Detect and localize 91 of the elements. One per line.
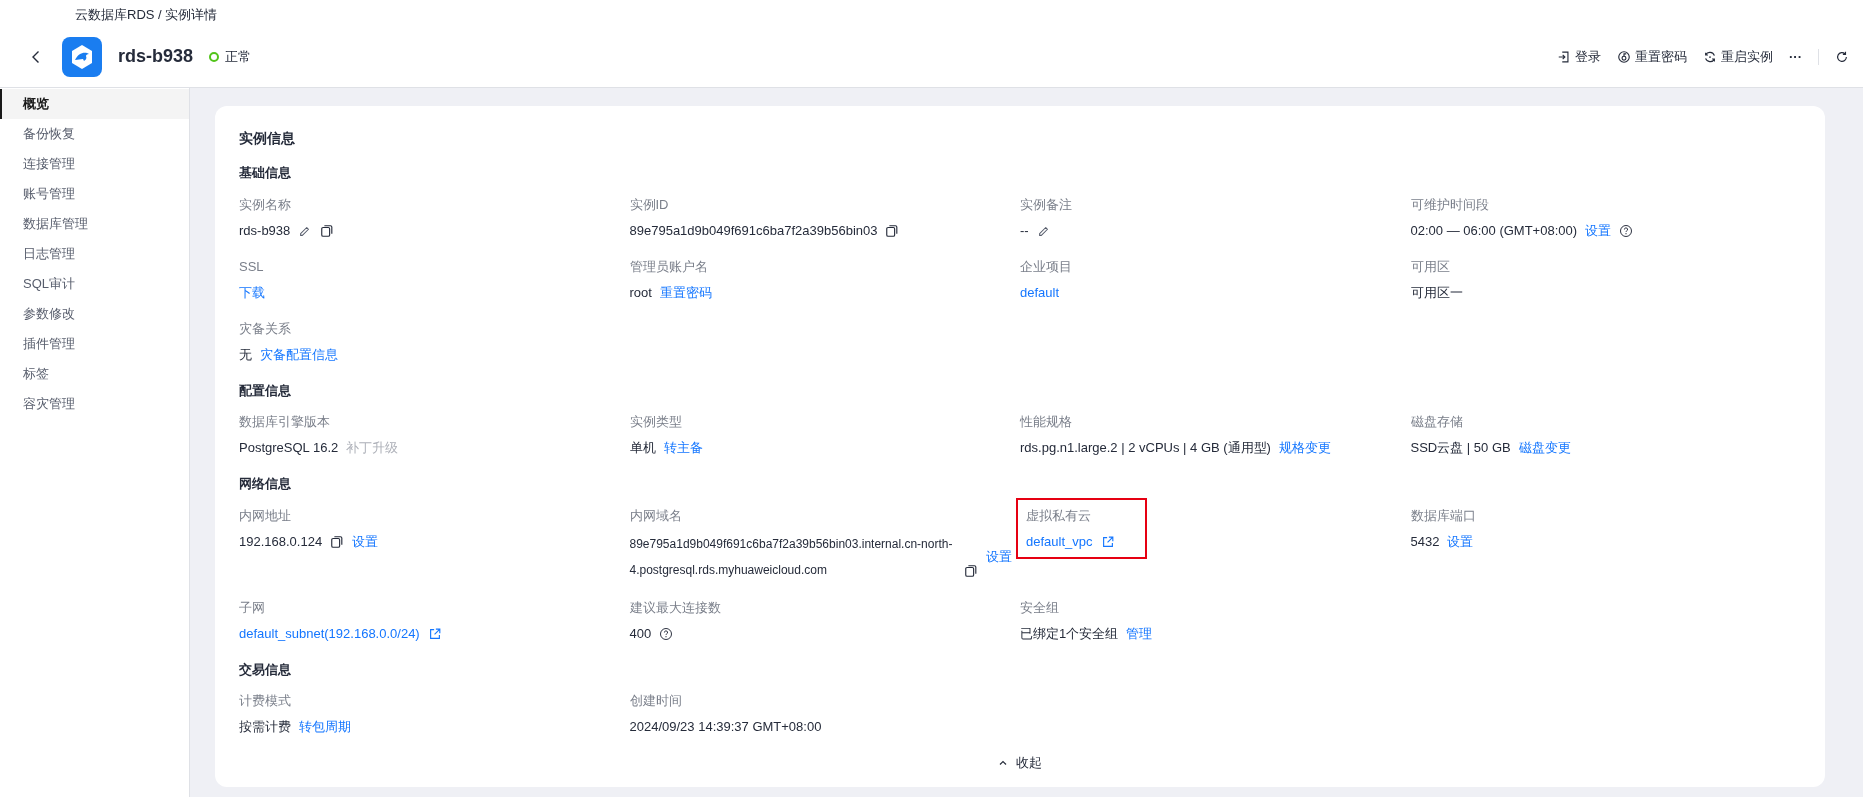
section-title: 网络信息 [239,475,292,493]
field-value: 按需计费 [239,718,291,736]
section-title: 交易信息 [239,660,292,679]
field-value: 89e795a1d9b049f691c6ba7f2a39b56bin03 [629,221,878,240]
field-value: SSD云盘 | 50 GB [1410,439,1511,457]
field-label: 创建时间 [629,692,683,710]
sidebar-item[interactable]: 备份恢复 [0,119,189,149]
refresh-button[interactable] [1835,49,1849,64]
sidebar-item[interactable]: 参数修改 [0,299,189,329]
link[interactable]: 设置 [352,530,379,553]
section-title: 配置信息 [239,381,292,400]
field-value: 192.168.0.124 [239,532,323,551]
link[interactable]: 下载 [239,281,265,304]
field-value: -- [1020,221,1029,240]
copy-icon[interactable] [963,563,978,578]
sidebar-item[interactable]: 概览 [0,89,189,119]
field-label: 虚拟私有云 [1026,506,1092,525]
field-value: 无 [239,345,252,364]
field-label: 实例ID [629,195,670,214]
field-value: 已绑定1个安全组 [1020,624,1119,643]
link[interactable]: 重置密码 [659,281,712,304]
sidebar-item[interactable]: SQL审计 [0,269,189,299]
field-value: 400 [629,624,652,643]
instance-title: rds-b938 [118,45,194,68]
field-label: 性能规格 [1020,413,1073,431]
field-label: 内网地址 [239,506,292,525]
field-label: 可维护时间段 [1410,195,1490,214]
link[interactable]: 转主备 [663,437,703,459]
field-label: 实例名称 [239,195,292,214]
external-link-icon[interactable] [427,626,442,641]
field-value: 2024/09/23 14:39:37 GMT+08:00 [629,718,822,736]
link[interactable]: default_vpc [1026,530,1093,553]
login-button[interactable]: 登录 [1557,46,1601,67]
field-label: 子网 [239,598,266,617]
sidebar-item[interactable]: 标签 [0,359,189,389]
field-label: 磁盘存储 [1410,413,1464,431]
link[interactable]: 灾备配置信息 [260,343,338,366]
field-label: 计费模式 [239,692,292,710]
reset-password-button[interactable]: 重置密码 [1617,46,1687,67]
field-label: 实例类型 [629,413,683,431]
status-text: 正常 [225,47,252,66]
login-icon [1557,49,1571,64]
field-value: PostgreSQL 16.2 [239,439,339,457]
collapse-button[interactable]: 收起 [998,753,1042,773]
link[interactable]: 管理 [1126,622,1153,645]
field-value: 89e795a1d9b049f691c6ba7f2a39b56bin03.internal.cn-north-4.postgresql.rds.myhuaweicloud.com [629,536,953,577]
breadcrumb: 云数据库RDS / 实例详情 [75,7,218,22]
sidebar-item[interactable]: 插件管理 [0,329,189,359]
link[interactable]: 规格变更 [1278,437,1331,459]
help-icon [1619,223,1634,238]
field-label: 实例备注 [1020,195,1072,214]
restart-icon [1703,49,1717,64]
card-title: 实例信息 [239,129,296,148]
help-icon [659,626,674,641]
field-value: root [629,283,652,302]
link[interactable]: default_subnet(192.168.0.0/24) [239,622,420,645]
copy-icon[interactable] [330,534,345,549]
field-label: 安全组 [1020,598,1060,617]
field-value: 可用区一 [1410,283,1463,302]
field-label: 灾备关系 [239,319,292,338]
link[interactable]: 设置 [1585,219,1612,242]
sidebar-item[interactable]: 账号管理 [0,179,189,209]
field-label: SSL [239,257,265,276]
link[interactable]: 转包周期 [299,716,351,738]
restart-button[interactable]: 重启实例 [1703,46,1773,67]
copy-icon[interactable] [885,223,900,238]
sidebar-item[interactable]: 日志管理 [0,239,189,269]
field-label: 企业项目 [1020,257,1072,276]
field-value: 单机 [629,439,656,457]
link[interactable]: 磁盘变更 [1518,437,1571,459]
field-label: 数据库端口 [1410,506,1476,525]
link[interactable]: default [1020,281,1060,304]
field-value: 5432 [1410,532,1440,551]
refresh-icon [1835,49,1849,64]
section-title: 基础信息 [239,164,292,182]
field-value: rds.pg.n1.large.2 | 2 vCPUs | 4 GB (通用型) [1020,439,1271,457]
field-value: rds-b938 [239,221,291,240]
sidebar-item[interactable]: 数据库管理 [0,209,189,239]
more-button[interactable]: ··· [1789,46,1802,67]
field-label: 管理员账户名 [629,257,709,276]
field-label: 建议最大连接数 [629,598,721,617]
field-label: 内网域名 [629,506,683,525]
link[interactable]: 设置 [985,545,1012,568]
sidebar-item[interactable]: 连接管理 [0,149,189,179]
field-value: 02:00 — 06:00 (GMT+08:00) [1410,221,1578,240]
copy-icon[interactable] [320,223,335,238]
external-link-icon[interactable] [1100,534,1115,549]
link[interactable]: 设置 [1447,530,1474,553]
field-label: 可用区 [1410,257,1451,276]
field-label: 数据库引擎版本 [239,413,331,431]
sidebar-item[interactable]: 容灾管理 [0,389,189,419]
